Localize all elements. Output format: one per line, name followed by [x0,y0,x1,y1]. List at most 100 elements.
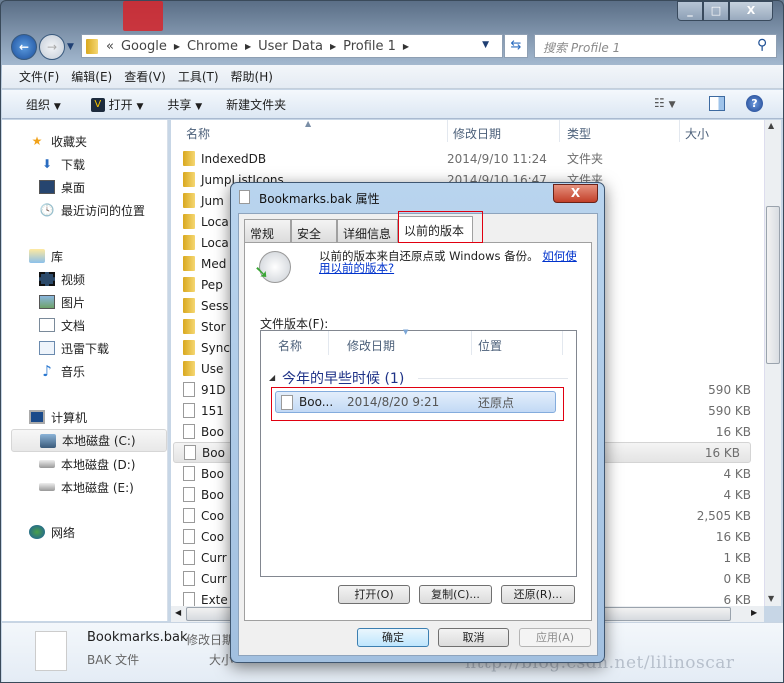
file-icon [183,424,195,439]
copy-version-button[interactable]: 复制(C)... [419,585,492,604]
open-button[interactable]: V 打开 ▼ [90,96,144,113]
file-name: Boo [202,445,225,460]
scrollbar-thumb[interactable] [766,206,780,364]
preview-pane-icon[interactable] [709,96,725,111]
tab-details[interactable]: 详细信息 [337,219,398,242]
folder-icon [183,214,195,229]
chevron-right-icon[interactable]: ▶ [330,42,336,51]
share-label: 共享 [167,97,192,112]
dialog-close-button[interactable]: X [553,184,598,203]
sidebar-favorites[interactable]: ★ 收藏夹 [29,131,87,151]
scroll-right-icon[interactable]: ▶ [751,608,757,617]
collapse-group-icon[interactable]: ◢ [269,373,275,382]
file-row[interactable]: IndexedDB 2014/9/10 11:24 文件夹 [183,148,761,169]
previous-versions-panel: ➘ 以前的版本来自还原点或 Windows 备份。 如何使用以前的版本? 文件版… [244,242,592,621]
column-header-name[interactable]: 名称 [186,125,210,142]
file-name: Exte [201,592,228,607]
breadcrumb-chrome[interactable]: Chrome [187,39,238,54]
search-input[interactable]: 搜索 Profile 1 [534,34,777,58]
app-shield-icon: V [90,98,105,112]
sidebar-item-thunder-downloads[interactable]: 迅雷下载 [39,338,109,358]
sort-ascending-icon: ▲ [305,120,312,128]
chevron-down-icon: ▼ [136,101,144,112]
cancel-button[interactable]: 取消 [438,628,509,647]
back-button[interactable]: ← [11,34,37,60]
sidebar-item-documents[interactable]: 文档 [39,315,85,335]
file-icon [183,529,195,544]
minimize-button[interactable]: _ [677,1,703,21]
column-header-size[interactable]: 大小 [679,120,709,142]
menu-tools[interactable]: 工具(T) [178,68,219,85]
highlight-box [398,211,483,243]
tab-general[interactable]: 常规 [244,219,291,242]
sidebar-computer[interactable]: 计算机 [29,407,87,427]
address-dropdown-icon[interactable]: ▼ [482,40,489,50]
scroll-down-icon[interactable]: ▼ [768,594,774,603]
menu-help[interactable]: 帮助(H) [231,68,273,85]
organize-button[interactable]: 组织 ▼ [26,96,61,113]
forward-button[interactable]: → [39,34,65,60]
file-name: Stor [201,319,226,334]
scroll-up-icon[interactable]: ▲ [768,121,774,130]
search-icon[interactable]: ⚲ [757,37,767,53]
command-bar: 组织 ▼ V 打开 ▼ 共享 ▼ 新建文件夹 ☷ ▼ ? [2,90,783,119]
group-header[interactable]: 今年的早些时候 (1) [282,368,404,388]
history-dropdown-icon[interactable]: ▼ [67,42,74,52]
folder-icon [183,361,195,376]
column-header-date[interactable]: 修改日期 [447,120,501,142]
address-bar[interactable]: « Google ▶ Chrome ▶ User Data ▶ Profile 1 ▶ … [81,34,503,58]
maximize-button[interactable]: □ [703,1,729,21]
sidebar-libraries[interactable]: 库 [29,246,63,266]
sidebar-network[interactable]: 网络 [29,522,75,542]
menu-edit[interactable]: 编辑(E) [71,68,112,85]
navigation-pane: ★ 收藏夹 ⬇ 下载 桌面 🕓 最近访问的位置 库 视频 图片 文档 迅雷下载 ♪ 音乐… [2,120,168,621]
breadcrumb-overflow[interactable]: « [106,39,114,54]
sidebar-item-downloads[interactable]: ⬇ 下载 [39,154,85,174]
sidebar-item-drive-c[interactable]: 本地磁盘 (C:) [11,429,167,452]
sidebar-item-drive-e[interactable]: 本地磁盘 (E:) [39,477,134,497]
chevron-right-icon[interactable]: ▶ [403,42,409,51]
drive-icon [39,483,55,491]
sidebar-item-music[interactable]: ♪ 音乐 [39,361,85,381]
file-size: 4 KB [723,487,751,502]
list-header-name[interactable]: 名称 [278,337,302,354]
breadcrumb-user-data[interactable]: User Data [258,39,323,54]
scroll-left-icon[interactable]: ◀ [175,608,181,617]
breadcrumb-google[interactable]: Google [121,39,167,54]
label: 音乐 [61,364,86,379]
chevron-right-icon[interactable]: ▶ [174,42,180,51]
sidebar-item-desktop[interactable]: 桌面 [39,177,85,197]
view-options-icon[interactable]: ☷ ▼ [654,96,676,110]
sidebar-item-pictures[interactable]: 图片 [39,292,85,312]
folder-icon [183,298,195,313]
apply-button[interactable]: 应用(A) [519,628,591,647]
tab-security[interactable]: 安全 [291,219,337,242]
share-button[interactable]: 共享 ▼ [167,96,202,113]
menu-file[interactable]: 文件(F) [19,68,59,85]
file-name: Boo [201,424,224,439]
ok-button[interactable]: 确定 [357,628,429,647]
sidebar-item-recent[interactable]: 🕓 最近访问的位置 [39,200,146,220]
breadcrumb-profile[interactable]: Profile 1 [343,39,396,54]
close-button[interactable]: X [729,1,773,21]
group-divider [418,378,568,379]
list-header-location[interactable]: 位置 [471,331,564,355]
column-header-type[interactable]: 类型 [559,120,591,142]
chevron-right-icon[interactable]: ▶ [245,42,251,51]
file-name: 91D [201,382,226,397]
label: 库 [51,249,64,264]
menu-view[interactable]: 查看(V) [124,68,166,85]
new-folder-button[interactable]: 新建文件夹 [226,96,286,113]
help-icon[interactable]: ? [746,95,763,112]
vertical-scrollbar[interactable]: ▲ ▼ [764,120,781,606]
versions-list[interactable]: ▼ 名称 修改日期 位置 ◢ 今年的早些时候 (1) Boo... 2014/8… [260,328,577,577]
refresh-icon[interactable]: ⇆ [504,34,528,58]
sidebar-item-videos[interactable]: 视频 [39,269,85,289]
open-version-button[interactable]: 打开(O) [338,585,410,604]
documents-icon [39,341,55,355]
file-thumbnail-icon [35,631,67,671]
restore-version-button[interactable]: 还原(R)... [501,585,575,604]
details-file-name: Bookmarks.bak [87,630,188,645]
sidebar-item-drive-d[interactable]: 本地磁盘 (D:) [39,454,135,474]
list-header-date[interactable]: 修改日期 [328,331,395,355]
